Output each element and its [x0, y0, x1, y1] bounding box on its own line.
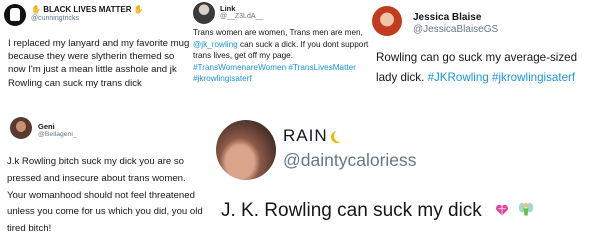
user-handle[interactable]: @cunningtricks [31, 15, 79, 22]
tweet-text: J.k Rowling bitch suck my dick you are s… [7, 156, 203, 235]
tweet-card-4[interactable]: Geni @Bellageni_ J.k Rowling bitch suck … [0, 112, 205, 242]
tweet-text: J. K. Rowling can suck my dick [221, 200, 482, 221]
raised-fist-icon: ✋ [133, 5, 144, 14]
tweet-card-5[interactable]: RAIN @daintycaloriess J. K. Rowling can … [206, 112, 600, 242]
heart-with-ribbon-icon [496, 204, 509, 216]
avatar[interactable] [193, 2, 215, 24]
crescent-moon-icon [334, 130, 346, 142]
user-handle[interactable]: @daintycaloriess [283, 150, 417, 171]
user-handle[interactable]: @__Z3LdA__ [220, 13, 263, 20]
fairy-icon [519, 202, 534, 216]
avatar[interactable] [10, 117, 32, 139]
mention-link[interactable]: @jk_rowling [193, 40, 238, 49]
hashtag-links[interactable]: #TransWomenareWomen #TransLivesMatter #j… [193, 63, 356, 84]
user-handle[interactable]: @Bellageni_ [38, 131, 77, 138]
display-name: BLACK LIVES MATTER [43, 5, 132, 14]
tweet-card-1[interactable]: ✋ BLACK LIVES MATTER ✋ @cunningtricks I … [0, 0, 190, 112]
display-name: Jessica Blaise [413, 12, 482, 23]
avatar[interactable] [216, 120, 276, 180]
tweet-card-3[interactable]: Jessica Blaise @JessicaBlaiseGS Rowling … [371, 0, 600, 112]
avatar[interactable] [4, 4, 26, 26]
avatar-face [16, 121, 26, 132]
tweet-text-part: Trans women are women, Trans men are men… [193, 28, 363, 37]
display-name: RAIN [283, 126, 328, 145]
hashtag-links[interactable]: #JKRowling #jkrowlingisaterf [428, 71, 576, 84]
tweet-text: Trans women are women, Trans men are men… [193, 27, 371, 85]
display-name: Link [220, 4, 236, 13]
raised-fist-icon: ✋ [31, 5, 41, 14]
user-handle[interactable]: @JessicaBlaiseGS [413, 24, 498, 35]
display-name: Geni [38, 122, 55, 131]
tweet-text: Rowling can go suck my average-sized lad… [376, 48, 600, 88]
tweet-card-2[interactable]: Link @__Z3LdA__ Trans women are women, T… [191, 0, 371, 112]
avatar[interactable] [372, 6, 402, 36]
raised-fist-icon [10, 8, 20, 21]
tweet-text: I replaced my lanyard and my favorite mu… [8, 38, 190, 89]
